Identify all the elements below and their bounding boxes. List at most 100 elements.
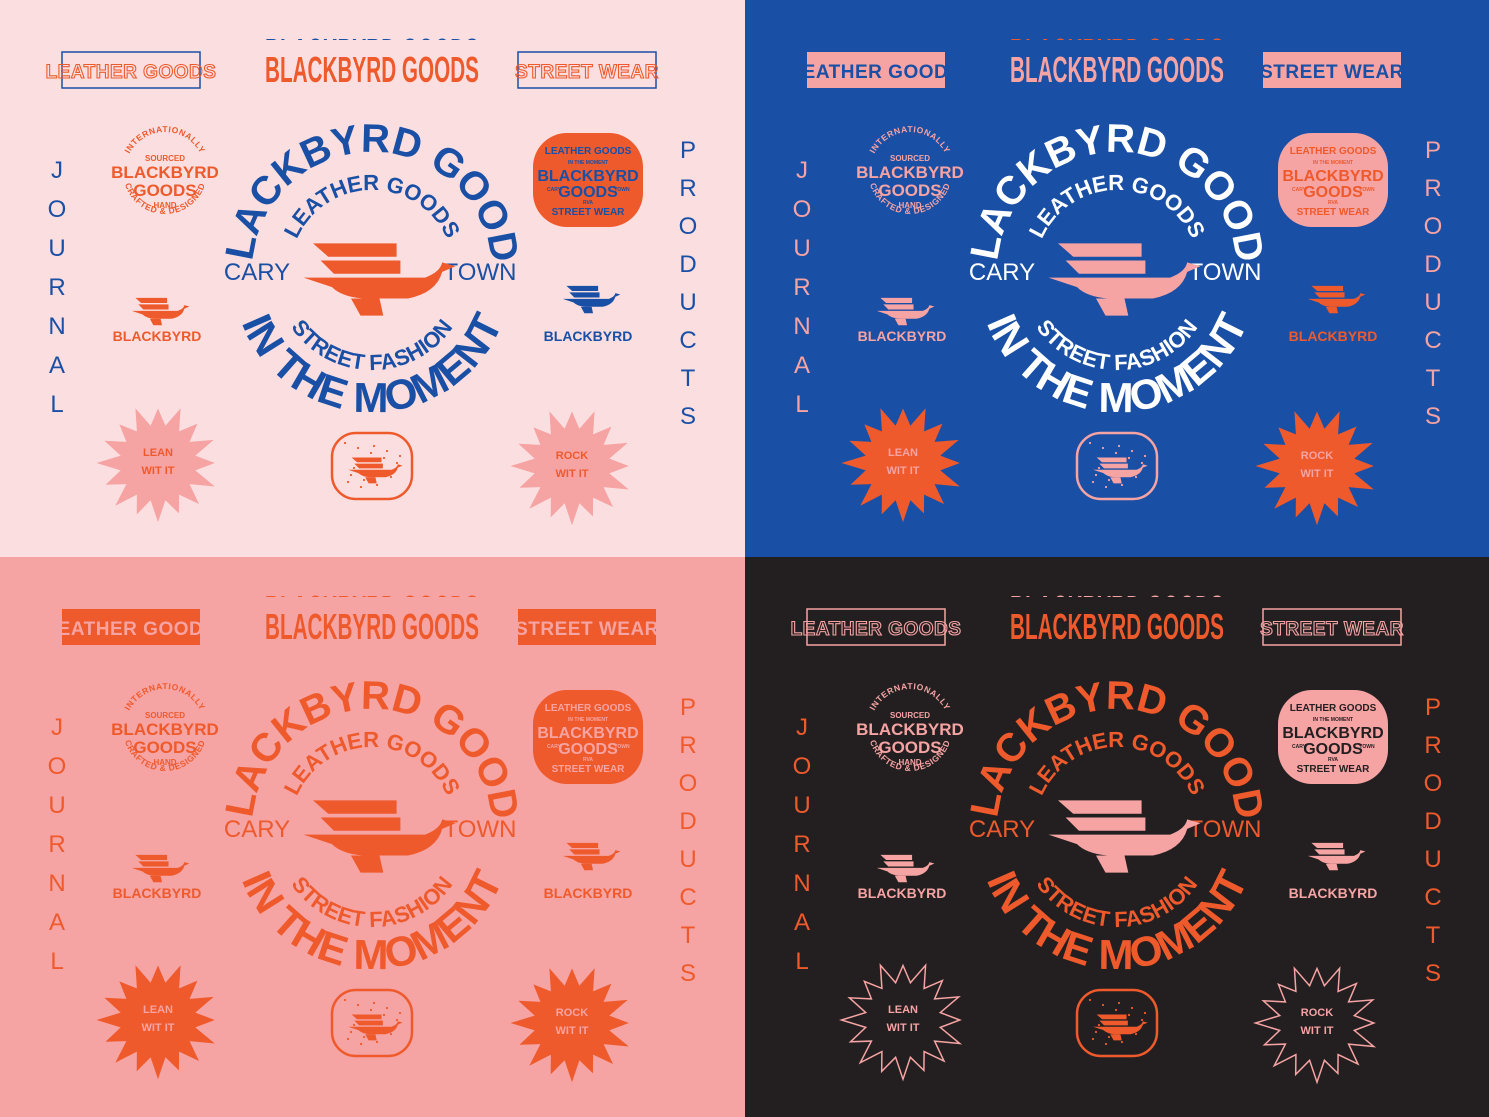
mark-left-label: BLACKBYRD — [113, 328, 202, 344]
side-journal-letter: N — [48, 313, 65, 340]
bird-mark-left: BLACKBYRD — [113, 854, 201, 901]
side-journal-letter: A — [794, 352, 810, 379]
side-journal: JOURNAL — [793, 157, 812, 418]
oval-badge-top: LEATHER GOODS — [1290, 146, 1377, 157]
emblem-dot — [369, 1008, 373, 1012]
side-products: PRODUCTS — [679, 137, 698, 430]
oval-badge: LEATHER GOODS IN THE MOMENT BLACKBYRDGOODS… — [533, 690, 643, 784]
round-badge: INTERNATIONALLYCRAFTED & DESIGNEDSOURCED… — [856, 681, 964, 773]
emblem-dot — [382, 456, 386, 460]
burst-lean-wit-it-line1: LEAN — [888, 447, 918, 459]
mark-right-label: BLACKBYRD — [544, 885, 633, 901]
burst-lean-wit-it: LEAN WIT IT — [96, 965, 215, 1080]
round-badge-line2: BLACKBYRD — [856, 720, 964, 739]
emblem-dot — [372, 444, 376, 448]
side-journal: JOURNAL — [48, 714, 67, 975]
panel-black: LEATHER GOODS STREET WEAR BLACKBYRD GOODS B… — [745, 557, 1489, 1117]
oval-badge-left: CARY — [547, 187, 562, 193]
round-badge-line3: GOODS — [133, 738, 196, 757]
emblem-dot — [398, 1011, 402, 1015]
side-journal-letter: J — [796, 157, 808, 184]
emblem-dot — [346, 480, 350, 484]
side-journal: JOURNAL — [48, 157, 67, 418]
side-products-letter: R — [1424, 732, 1441, 759]
side-products-letter: S — [1425, 403, 1441, 430]
emblem-dot — [1127, 456, 1131, 460]
side-journal-letter: R — [793, 274, 810, 301]
bird-emblem — [330, 431, 414, 501]
seal-bird-icon — [1048, 243, 1201, 316]
side-journal-letter: N — [48, 870, 65, 897]
emblem-dot — [385, 1006, 389, 1010]
round-badge-line4: HAND — [898, 758, 921, 767]
burst-rock-wit-it-line2: WIT IT — [1301, 468, 1334, 480]
tag-leather-goods: LEATHER GOODS — [45, 51, 216, 89]
emblem-dot — [1114, 451, 1118, 455]
side-journal-letter: O — [48, 196, 67, 223]
round-badge-arc-top: INTERNATIONALLY — [867, 681, 952, 712]
oval-badge-right: TOWN — [1359, 187, 1375, 193]
side-products-letter: P — [680, 137, 696, 164]
round-badge-line2: BLACKBYRD — [111, 720, 219, 739]
brand-wordmark: BLACKBYRD GOODSBLACKBYRD GOODSBLACKBYRD … — [265, 588, 479, 647]
burst-lean-wit-it-line2: WIT IT — [142, 465, 175, 477]
side-products-letter: R — [1424, 175, 1441, 202]
side-journal: JOURNAL — [793, 714, 812, 975]
seal-right-text: TOWN — [1189, 259, 1262, 286]
tag-street-wear: STREET WEAR — [515, 609, 658, 645]
emblem-dot — [1091, 1037, 1095, 1041]
side-journal-letter: N — [793, 870, 810, 897]
bird-mark-right: BLACKBYRD — [544, 842, 633, 901]
side-products-letter: U — [1424, 846, 1441, 873]
emblem-dot — [369, 451, 373, 455]
panel-blue: LEATHER GOODS STREET WEAR BLACKBYRD GOODS B… — [745, 0, 1489, 557]
side-products-letter: C — [1424, 884, 1441, 911]
side-products-letter: O — [679, 770, 698, 797]
brand-wordmark: BLACKBYRD GOODSBLACKBYRD GOODSBLACKBYRD … — [1010, 588, 1224, 647]
bird-mark-left: BLACKBYRD — [858, 854, 946, 901]
side-journal-letter: U — [48, 792, 65, 819]
oval-badge-small: RVA — [1328, 200, 1338, 206]
side-products: PRODUCTS — [1424, 137, 1443, 430]
side-journal-letter: O — [793, 196, 812, 223]
emblem-dot — [1091, 480, 1095, 484]
side-journal-letter: U — [793, 235, 810, 262]
emblem-dot — [1101, 446, 1105, 450]
mark-right-bird-icon — [562, 285, 621, 314]
oval-badge-bottom: STREET WEAR — [552, 207, 626, 218]
burst-lean-wit-it: LEAN WIT IT — [96, 408, 215, 523]
side-products-letter: P — [1425, 694, 1441, 721]
panel-artwork: LEATHER GOODS STREET WEARBLACKBYRD GOODSB… — [745, 557, 1442, 1085]
side-products-letter: S — [1425, 960, 1441, 987]
seal-left-text: CARY — [969, 816, 1035, 843]
emblem-dot — [343, 441, 347, 445]
tag-street-wear: STREET WEAR — [515, 51, 659, 89]
side-products-letter: U — [679, 846, 696, 873]
side-products-letter: S — [680, 403, 696, 430]
emblem-dot — [1088, 441, 1092, 445]
emblem-dot — [1104, 1042, 1108, 1046]
emblem-dot — [356, 446, 360, 450]
oval-badge-small: RVA — [1328, 757, 1338, 763]
emblem-dot — [1097, 1023, 1101, 1027]
oval-badge-line2: GOODS — [1303, 184, 1363, 201]
oval-badge: LEATHER GOODS IN THE MOMENT BLACKBYRDGOODS… — [1278, 133, 1388, 227]
burst-rock-wit-it: ROCK WIT IT — [1252, 966, 1377, 1085]
burst-lean-wit-it: LEAN WIT IT — [838, 963, 963, 1082]
burst-rock-wit-it: ROCK WIT IT — [510, 968, 629, 1083]
emblem-dot — [352, 466, 356, 470]
side-products-letter: T — [681, 365, 696, 392]
emblem-dot — [1104, 485, 1108, 489]
side-products-letter: C — [679, 884, 696, 911]
tag-street-wear-label: STREET WEAR — [1260, 62, 1404, 83]
burst-lean-wit-it: LEAN WIT IT — [841, 408, 960, 523]
mark-right-label: BLACKBYRD — [544, 328, 633, 344]
round-badge-line3: GOODS — [133, 181, 196, 200]
side-products-letter: D — [1424, 251, 1441, 278]
side-products-letter: R — [679, 732, 696, 759]
oval-badge-line2: GOODS — [558, 184, 618, 201]
side-journal-letter: L — [795, 391, 808, 418]
round-badge-line2: BLACKBYRD — [111, 163, 219, 182]
bird-mark-right: BLACKBYRD — [1289, 842, 1377, 901]
oval-badge-top: LEATHER GOODS — [545, 703, 632, 714]
